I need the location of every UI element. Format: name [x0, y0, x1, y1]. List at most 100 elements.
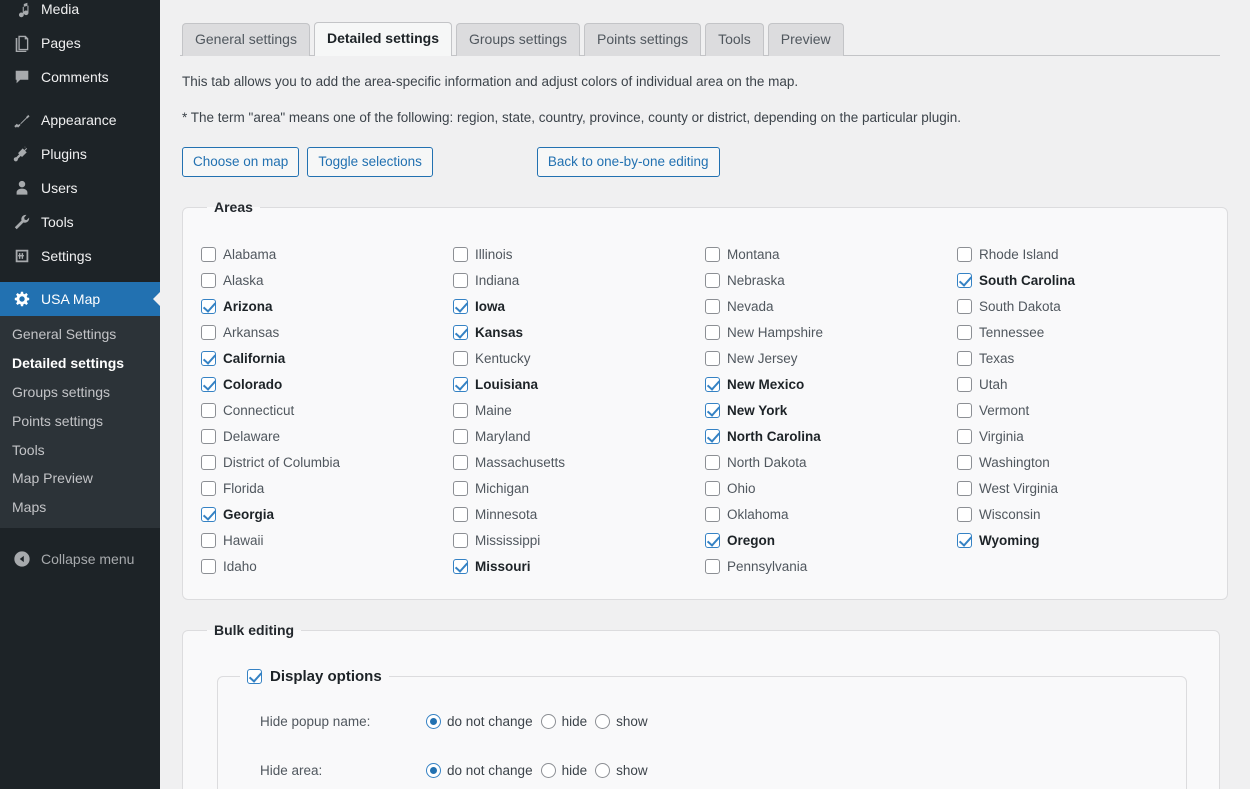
area-checkbox-row[interactable]: North Dakota [705, 449, 957, 475]
area-checkbox-row[interactable]: Texas [957, 345, 1209, 371]
area-checkbox[interactable] [201, 272, 216, 288]
sidebar-item-media[interactable]: Media [0, 0, 160, 26]
radio-button[interactable] [426, 763, 441, 779]
area-checkbox-row[interactable]: New Mexico [705, 371, 957, 397]
area-checkbox[interactable] [705, 298, 720, 314]
area-checkbox-row[interactable]: Pennsylvania [705, 553, 957, 579]
area-checkbox[interactable] [201, 298, 216, 314]
area-checkbox[interactable] [705, 272, 720, 288]
area-checkbox-row[interactable]: Kentucky [453, 345, 705, 371]
area-checkbox[interactable] [705, 246, 720, 262]
area-checkbox-row[interactable]: Ohio [705, 475, 957, 501]
area-checkbox-row[interactable]: Arizona [201, 293, 453, 319]
sidebar-item-usa-map[interactable]: USA Map [0, 282, 160, 316]
area-checkbox[interactable] [453, 428, 468, 444]
submenu-item-general-settings[interactable]: General Settings [0, 320, 160, 349]
area-checkbox-row[interactable]: Oklahoma [705, 501, 957, 527]
area-checkbox-row[interactable]: Louisiana [453, 371, 705, 397]
area-checkbox-row[interactable]: Virginia [957, 423, 1209, 449]
area-checkbox-row[interactable]: Rhode Island [957, 241, 1209, 267]
display-options-checkbox[interactable] [247, 669, 262, 685]
area-checkbox-row[interactable]: Connecticut [201, 397, 453, 423]
area-checkbox[interactable] [957, 376, 972, 392]
area-checkbox[interactable] [957, 272, 972, 288]
area-checkbox[interactable] [705, 350, 720, 366]
area-checkbox-row[interactable]: Missouri [453, 553, 705, 579]
choose-on-map-button[interactable]: Choose on map [182, 146, 300, 178]
area-checkbox-row[interactable]: Arkansas [201, 319, 453, 345]
area-checkbox[interactable] [453, 402, 468, 418]
tab-detailed-settings[interactable]: Detailed settings [313, 22, 452, 56]
area-checkbox-row[interactable]: Michigan [453, 475, 705, 501]
area-checkbox-row[interactable]: Iowa [453, 293, 705, 319]
area-checkbox[interactable] [705, 324, 720, 340]
area-checkbox-row[interactable]: Maryland [453, 423, 705, 449]
area-checkbox-row[interactable]: Hawaii [201, 527, 453, 553]
area-checkbox-row[interactable]: Washington [957, 449, 1209, 475]
area-checkbox[interactable] [705, 558, 720, 574]
area-checkbox[interactable] [201, 506, 216, 522]
area-checkbox[interactable] [957, 454, 972, 470]
area-checkbox[interactable] [201, 324, 216, 340]
area-checkbox[interactable] [957, 350, 972, 366]
area-checkbox-row[interactable]: Kansas [453, 319, 705, 345]
area-checkbox-row[interactable]: Idaho [201, 553, 453, 579]
area-checkbox[interactable] [453, 558, 468, 574]
area-checkbox[interactable] [957, 506, 972, 522]
area-checkbox[interactable] [957, 324, 972, 340]
area-checkbox-row[interactable]: California [201, 345, 453, 371]
area-checkbox[interactable] [201, 480, 216, 496]
tab-groups-settings[interactable]: Groups settings [455, 23, 581, 56]
area-checkbox-row[interactable]: Alaska [201, 267, 453, 293]
tab-preview[interactable]: Preview [767, 23, 844, 56]
area-checkbox-row[interactable]: Mississippi [453, 527, 705, 553]
area-checkbox[interactable] [957, 480, 972, 496]
area-checkbox[interactable] [705, 506, 720, 522]
collapse-menu-button[interactable]: Collapse menu [0, 542, 160, 576]
area-checkbox[interactable] [453, 324, 468, 340]
submenu-item-map-preview[interactable]: Map Preview [0, 464, 160, 493]
area-checkbox-row[interactable]: New Jersey [705, 345, 957, 371]
area-checkbox[interactable] [957, 298, 972, 314]
submenu-item-points-settings[interactable]: Points settings [0, 407, 160, 436]
area-checkbox-row[interactable]: Vermont [957, 397, 1209, 423]
area-checkbox[interactable] [201, 532, 216, 548]
area-checkbox[interactable] [453, 506, 468, 522]
area-checkbox[interactable] [201, 558, 216, 574]
area-checkbox[interactable] [201, 402, 216, 418]
submenu-item-detailed-settings[interactable]: Detailed settings [0, 349, 160, 378]
area-checkbox[interactable] [705, 454, 720, 470]
radio-button[interactable] [595, 714, 611, 730]
area-checkbox-row[interactable]: Delaware [201, 423, 453, 449]
area-checkbox[interactable] [705, 532, 720, 548]
radio-option[interactable]: show [595, 763, 648, 779]
radio-button[interactable] [540, 714, 556, 730]
area-checkbox-row[interactable]: Wisconsin [957, 501, 1209, 527]
area-checkbox-row[interactable]: Wyoming [957, 527, 1209, 553]
area-checkbox[interactable] [201, 350, 216, 366]
submenu-item-maps[interactable]: Maps [0, 493, 160, 522]
sidebar-item-appearance[interactable]: Appearance [0, 103, 160, 137]
tab-general-settings[interactable]: General settings [182, 23, 310, 56]
area-checkbox-row[interactable]: South Dakota [957, 293, 1209, 319]
sidebar-item-settings[interactable]: Settings [0, 239, 160, 273]
back-to-one-by-one-button[interactable]: Back to one-by-one editing [536, 146, 720, 178]
area-checkbox-row[interactable]: Georgia [201, 501, 453, 527]
radio-button[interactable] [595, 763, 611, 779]
sidebar-item-plugins[interactable]: Plugins [0, 137, 160, 171]
toggle-selections-button[interactable]: Toggle selections [307, 146, 433, 178]
area-checkbox-row[interactable]: Nevada [705, 293, 957, 319]
radio-button[interactable] [540, 763, 556, 779]
submenu-item-groups-settings[interactable]: Groups settings [0, 378, 160, 407]
area-checkbox-row[interactable]: South Carolina [957, 267, 1209, 293]
area-checkbox-row[interactable]: Florida [201, 475, 453, 501]
area-checkbox[interactable] [705, 480, 720, 496]
radio-button[interactable] [426, 714, 441, 730]
area-checkbox[interactable] [957, 428, 972, 444]
area-checkbox-row[interactable]: Indiana [453, 267, 705, 293]
radio-option[interactable]: do not change [426, 763, 533, 779]
area-checkbox[interactable] [453, 480, 468, 496]
tab-tools[interactable]: Tools [705, 23, 764, 56]
sidebar-item-tools[interactable]: Tools [0, 205, 160, 239]
area-checkbox-row[interactable]: Alabama [201, 241, 453, 267]
